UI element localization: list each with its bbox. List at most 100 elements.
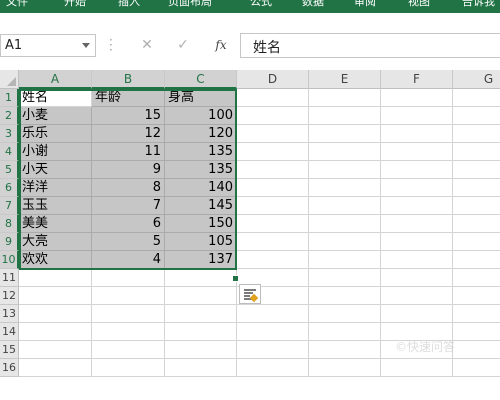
row-header-2[interactable]: 2 [0, 107, 19, 125]
cell-a1[interactable]: 姓名 [19, 89, 92, 107]
cell-c10[interactable]: 137 [165, 251, 237, 269]
cell-g8[interactable] [453, 215, 500, 233]
cell-f1[interactable] [381, 89, 453, 107]
cell-c9[interactable]: 105 [165, 233, 237, 251]
cell-g7[interactable] [453, 197, 500, 215]
cell-e6[interactable] [309, 179, 381, 197]
tab-insert[interactable]: 插入 [118, 0, 140, 9]
cell-c11[interactable] [165, 269, 237, 287]
cell-a6[interactable]: 洋洋 [19, 179, 92, 197]
cell-c12[interactable] [165, 287, 237, 305]
tab-home[interactable]: 开始 [64, 0, 86, 9]
cell-f12[interactable] [381, 287, 453, 305]
cancel-button[interactable]: ✕ [135, 34, 159, 56]
cell-d6[interactable] [237, 179, 309, 197]
cell-f7[interactable] [381, 197, 453, 215]
column-header-f[interactable]: F [381, 70, 453, 89]
cell-d2[interactable] [237, 107, 309, 125]
cell-a8[interactable]: 美美 [19, 215, 92, 233]
row-header-5[interactable]: 5 [0, 161, 19, 179]
cell-f6[interactable] [381, 179, 453, 197]
cell-e5[interactable] [309, 161, 381, 179]
cell-g16[interactable] [453, 359, 500, 377]
cell-f13[interactable] [381, 305, 453, 323]
cell-b8[interactable]: 6 [92, 215, 165, 233]
cell-f11[interactable] [381, 269, 453, 287]
cell-g3[interactable] [453, 125, 500, 143]
cell-g12[interactable] [453, 287, 500, 305]
row-header-7[interactable]: 7 [0, 197, 19, 215]
cell-f8[interactable] [381, 215, 453, 233]
cell-b16[interactable] [92, 359, 165, 377]
cell-a10[interactable]: 欢欢 [19, 251, 92, 269]
cell-a13[interactable] [19, 305, 92, 323]
cell-d9[interactable] [237, 233, 309, 251]
cell-a14[interactable] [19, 323, 92, 341]
cell-e2[interactable] [309, 107, 381, 125]
cell-a15[interactable] [19, 341, 92, 359]
row-header-4[interactable]: 4 [0, 143, 19, 161]
cell-d14[interactable] [237, 323, 309, 341]
cell-c15[interactable] [165, 341, 237, 359]
cell-g1[interactable] [453, 89, 500, 107]
cell-e1[interactable] [309, 89, 381, 107]
cell-e15[interactable] [309, 341, 381, 359]
cell-a5[interactable]: 小天 [19, 161, 92, 179]
cell-b4[interactable]: 11 [92, 143, 165, 161]
cell-f16[interactable] [381, 359, 453, 377]
cell-a4[interactable]: 小谢 [19, 143, 92, 161]
row-header-10[interactable]: 10 [0, 251, 19, 269]
cell-c4[interactable]: 135 [165, 143, 237, 161]
fill-handle[interactable] [232, 275, 239, 282]
tab-page-layout[interactable]: 页面布局 [168, 0, 212, 9]
cell-d1[interactable] [237, 89, 309, 107]
row-header-8[interactable]: 8 [0, 215, 19, 233]
cell-g4[interactable] [453, 143, 500, 161]
cell-c8[interactable]: 150 [165, 215, 237, 233]
cell-g10[interactable] [453, 251, 500, 269]
tab-file[interactable]: 文件 [6, 0, 28, 9]
tab-data[interactable]: 数据 [302, 0, 324, 9]
cell-e9[interactable] [309, 233, 381, 251]
cell-g2[interactable] [453, 107, 500, 125]
cell-c13[interactable] [165, 305, 237, 323]
cell-c2[interactable]: 100 [165, 107, 237, 125]
row-header-15[interactable]: 15 [0, 341, 19, 359]
cell-b7[interactable]: 7 [92, 197, 165, 215]
column-header-a[interactable]: A [19, 70, 92, 89]
cell-b3[interactable]: 12 [92, 125, 165, 143]
cell-d13[interactable] [237, 305, 309, 323]
quick-analysis-icon[interactable] [239, 284, 261, 304]
cell-c14[interactable] [165, 323, 237, 341]
cell-a11[interactable] [19, 269, 92, 287]
cell-f2[interactable] [381, 107, 453, 125]
cell-e11[interactable] [309, 269, 381, 287]
cell-d15[interactable] [237, 341, 309, 359]
row-header-12[interactable]: 12 [0, 287, 19, 305]
drag-handle-icon[interactable]: · · · [109, 34, 113, 56]
cell-a3[interactable]: 乐乐 [19, 125, 92, 143]
formula-input[interactable]: 姓名 [240, 33, 500, 58]
name-box[interactable]: A1 [0, 34, 96, 57]
cell-g15[interactable] [453, 341, 500, 359]
row-header-16[interactable]: 16 [0, 359, 19, 377]
tab-tell-me[interactable]: 告诉我 [462, 0, 495, 9]
cell-c7[interactable]: 145 [165, 197, 237, 215]
cell-c16[interactable] [165, 359, 237, 377]
cell-a12[interactable] [19, 287, 92, 305]
cell-d5[interactable] [237, 161, 309, 179]
cell-g13[interactable] [453, 305, 500, 323]
column-header-g[interactable]: G [453, 70, 500, 89]
cell-c6[interactable]: 140 [165, 179, 237, 197]
row-header-14[interactable]: 14 [0, 323, 19, 341]
cell-g14[interactable] [453, 323, 500, 341]
cell-g9[interactable] [453, 233, 500, 251]
cell-g11[interactable] [453, 269, 500, 287]
cell-c3[interactable]: 120 [165, 125, 237, 143]
cell-e14[interactable] [309, 323, 381, 341]
cell-e12[interactable] [309, 287, 381, 305]
column-header-d[interactable]: D [237, 70, 309, 89]
cell-b15[interactable] [92, 341, 165, 359]
enter-button[interactable]: ✓ [171, 34, 195, 56]
cell-b10[interactable]: 4 [92, 251, 165, 269]
